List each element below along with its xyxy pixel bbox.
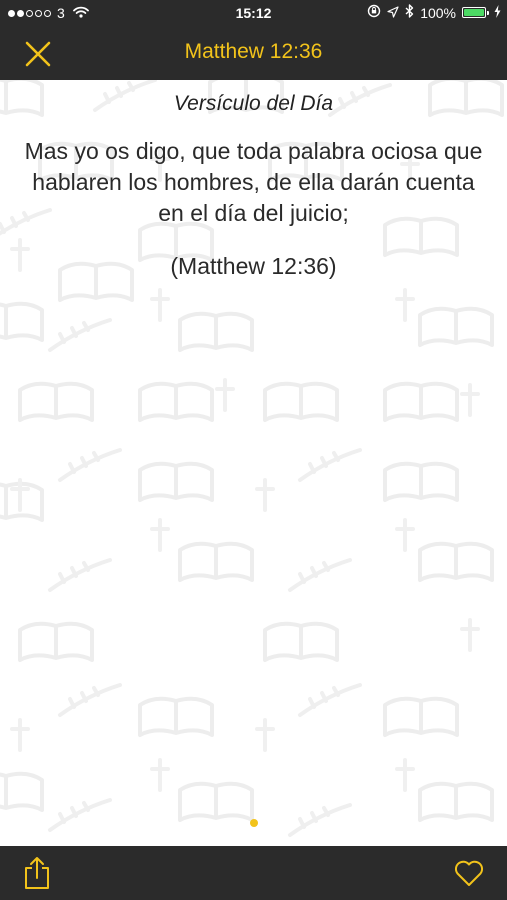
bottom-toolbar (0, 846, 507, 900)
verse-text: Mas yo os digo, que toda palabra ociosa … (24, 138, 483, 226)
battery-level (464, 9, 484, 16)
orientation-lock-icon (367, 4, 381, 21)
page-indicator-dot (250, 819, 258, 827)
nav-bar: Matthew 12:36 (0, 26, 507, 80)
page-title: Matthew 12:36 (184, 40, 323, 63)
location-icon (387, 5, 399, 21)
bluetooth-icon (405, 4, 414, 21)
battery-icon (462, 7, 489, 18)
verse-heading: Versículo del Día (173, 92, 334, 115)
share-button[interactable] (22, 856, 52, 890)
verse-reference: (Matthew 12:36) (170, 253, 337, 279)
status-bar: 3 15:12 100% (0, 0, 507, 26)
favorite-button[interactable] (453, 858, 485, 888)
charging-icon (494, 4, 501, 21)
status-right: 100% (367, 4, 501, 21)
verse-view: Versículo del Día Mas yo os digo, que to… (0, 80, 507, 846)
heart-icon (454, 860, 484, 886)
share-icon (25, 857, 49, 889)
battery-percentage: 100% (420, 4, 456, 21)
